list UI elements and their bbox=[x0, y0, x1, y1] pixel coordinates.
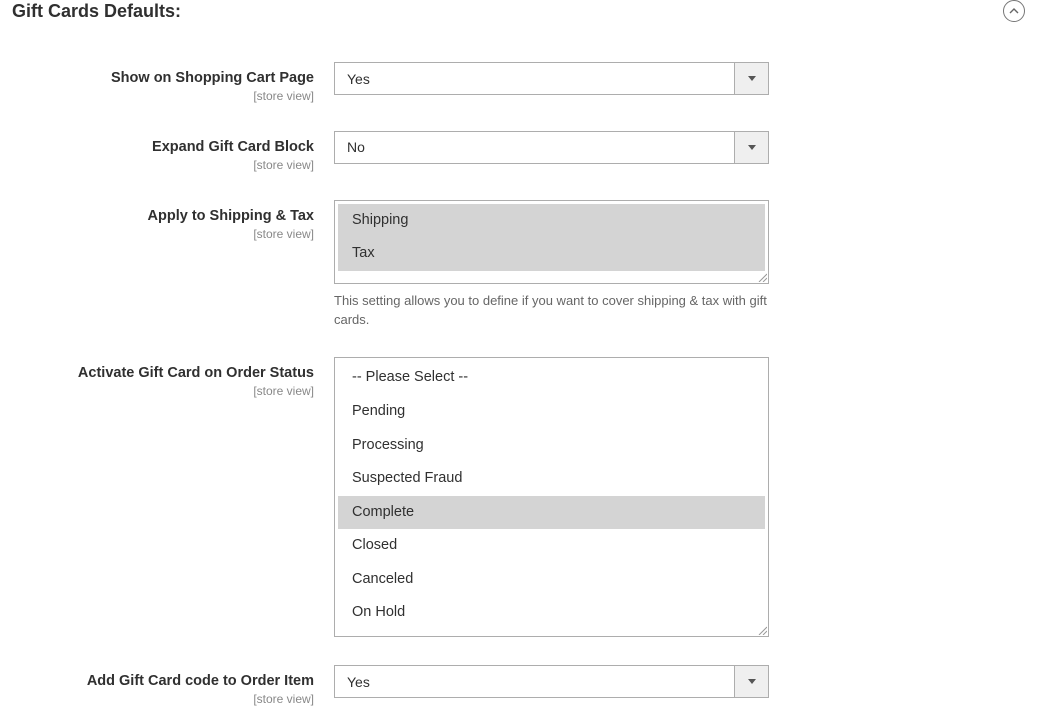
field-scope: [store view] bbox=[0, 158, 314, 172]
multiselect-option-closed[interactable]: Closed bbox=[338, 529, 765, 563]
field-label-col: Expand Gift Card Block [store view] bbox=[0, 131, 334, 172]
select-expand-block[interactable]: No bbox=[334, 131, 769, 164]
collapse-toggle[interactable] bbox=[1003, 0, 1025, 22]
multiselect-option-placeholder[interactable]: -- Please Select -- bbox=[338, 361, 765, 395]
multiselect-option-shipping[interactable]: Shipping bbox=[338, 204, 765, 238]
field-add-code-order-item: Add Gift Card code to Order Item [store … bbox=[0, 665, 1037, 706]
resize-handle-icon bbox=[757, 272, 767, 282]
multiselect-option-processing[interactable]: Processing bbox=[338, 429, 765, 463]
field-control: No bbox=[334, 131, 769, 164]
chevron-down-icon bbox=[734, 666, 768, 697]
multiselect-option-canceled[interactable]: Canceled bbox=[338, 563, 765, 597]
field-apply-shipping-tax: Apply to Shipping & Tax [store view] Shi… bbox=[0, 200, 1037, 330]
field-control: -- Please Select -- Pending Processing S… bbox=[334, 357, 769, 637]
multiselect-option-complete[interactable]: Complete bbox=[338, 496, 765, 530]
field-activate-status: Activate Gift Card on Order Status [stor… bbox=[0, 357, 1037, 637]
multiselect-option-tax[interactable]: Tax bbox=[338, 237, 765, 271]
multiselect-order-status[interactable]: -- Please Select -- Pending Processing S… bbox=[334, 357, 769, 637]
field-label: Add Gift Card code to Order Item bbox=[0, 672, 314, 691]
field-show-on-cart: Show on Shopping Cart Page [store view] … bbox=[0, 62, 1037, 103]
chevron-up-icon bbox=[1009, 3, 1019, 19]
multiselect-shipping-tax[interactable]: Shipping Tax bbox=[334, 200, 769, 284]
field-control: Yes bbox=[334, 665, 769, 698]
field-label: Expand Gift Card Block bbox=[0, 138, 314, 157]
select-value: No bbox=[335, 139, 734, 155]
field-label: Apply to Shipping & Tax bbox=[0, 207, 314, 226]
chevron-down-icon bbox=[734, 63, 768, 94]
field-control: Yes bbox=[334, 62, 769, 95]
field-scope: [store view] bbox=[0, 384, 314, 398]
field-label: Show on Shopping Cart Page bbox=[0, 69, 314, 88]
field-label: Activate Gift Card on Order Status bbox=[0, 364, 314, 383]
config-form: Show on Shopping Cart Page [store view] … bbox=[0, 32, 1037, 706]
select-show-on-cart[interactable]: Yes bbox=[334, 62, 769, 95]
field-label-col: Add Gift Card code to Order Item [store … bbox=[0, 665, 334, 706]
multiselect-option-pending[interactable]: Pending bbox=[338, 395, 765, 429]
multiselect-option-onhold[interactable]: On Hold bbox=[338, 596, 765, 630]
field-control: Shipping Tax This setting allows you to … bbox=[334, 200, 769, 330]
chevron-down-icon bbox=[734, 132, 768, 163]
field-expand-block: Expand Gift Card Block [store view] No bbox=[0, 131, 1037, 172]
section-header: Gift Cards Defaults: bbox=[0, 0, 1037, 32]
select-value: Yes bbox=[335, 71, 734, 87]
field-label-col: Activate Gift Card on Order Status [stor… bbox=[0, 357, 334, 398]
field-scope: [store view] bbox=[0, 692, 314, 706]
select-add-code-order-item[interactable]: Yes bbox=[334, 665, 769, 698]
select-value: Yes bbox=[335, 674, 734, 690]
field-scope: [store view] bbox=[0, 89, 314, 103]
field-scope: [store view] bbox=[0, 227, 314, 241]
field-label-col: Apply to Shipping & Tax [store view] bbox=[0, 200, 334, 241]
field-help-text: This setting allows you to define if you… bbox=[334, 292, 769, 330]
section-title: Gift Cards Defaults: bbox=[12, 1, 181, 22]
field-label-col: Show on Shopping Cart Page [store view] bbox=[0, 62, 334, 103]
multiselect-option-fraud[interactable]: Suspected Fraud bbox=[338, 462, 765, 496]
